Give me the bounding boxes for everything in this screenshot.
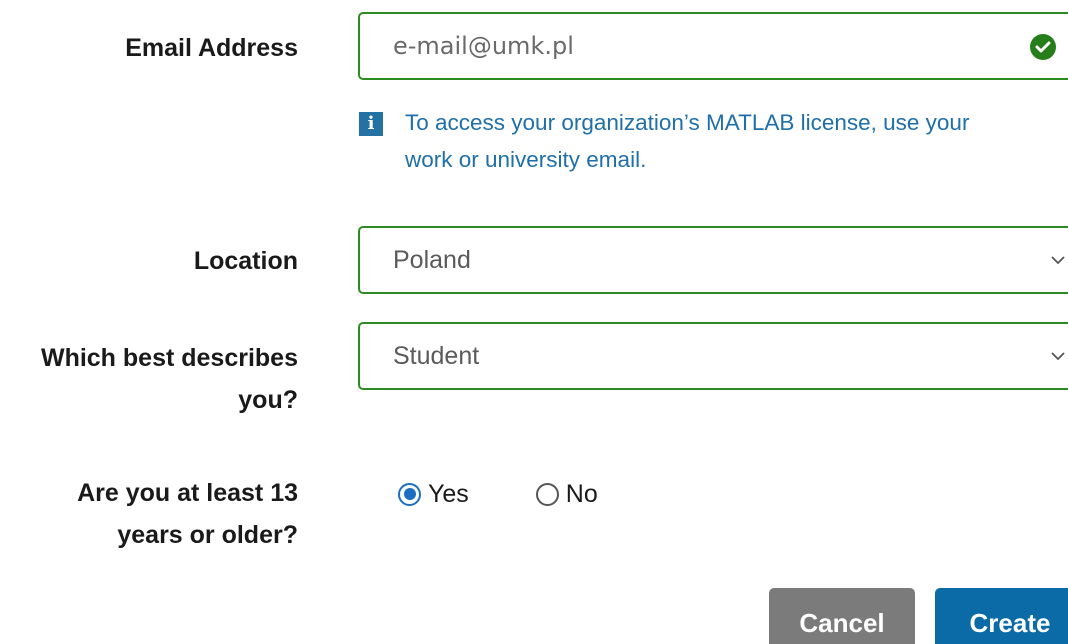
location-value: Poland: [393, 246, 471, 274]
account-form: Email Address e-mail@umk.pl i To access …: [0, 0, 1068, 644]
age-label-line-2: years or older?: [117, 521, 298, 549]
check-circle-icon: [1030, 34, 1056, 60]
email-label: Email Address: [125, 34, 298, 62]
age-option-yes-label: Yes: [428, 479, 469, 508]
email-field[interactable]: e-mail@umk.pl: [358, 12, 1068, 80]
cancel-button[interactable]: Cancel: [769, 588, 915, 644]
location-label: Location: [193, 247, 298, 275]
email-info-note: i To access your organization’s MATLAB l…: [359, 104, 1059, 178]
radio-unselected-icon[interactable]: [535, 482, 559, 506]
chevron-down-icon: [1051, 256, 1065, 265]
role-label: Which best describes you?: [41, 337, 298, 421]
email-info-line-2: work or university email.: [405, 147, 647, 172]
age-radio-group: Yes No: [398, 476, 598, 512]
role-select[interactable]: Student: [358, 322, 1068, 390]
age-option-yes[interactable]: Yes: [398, 480, 469, 509]
role-label-line-1: Which best describes: [40, 344, 298, 372]
age-option-no[interactable]: No: [535, 479, 598, 509]
info-icon: i: [359, 112, 383, 136]
radio-selected-icon[interactable]: [398, 482, 421, 506]
age-option-no-label: No: [565, 479, 598, 508]
location-select[interactable]: Poland: [358, 226, 1068, 294]
email-info-line-1: To access your organization’s MATLAB lic…: [405, 110, 970, 135]
role-label-line-2: you?: [238, 386, 298, 414]
role-value: Student: [393, 342, 480, 370]
chevron-down-icon: [1051, 352, 1065, 361]
email-value: e-mail@umk.pl: [393, 32, 574, 60]
age-label-line-1: Are you at least 13: [77, 479, 298, 507]
age-label: Are you at least 13 years or older?: [77, 472, 298, 556]
create-button[interactable]: Create: [935, 588, 1068, 644]
email-info-text: To access your organization’s MATLAB lic…: [405, 104, 1059, 178]
